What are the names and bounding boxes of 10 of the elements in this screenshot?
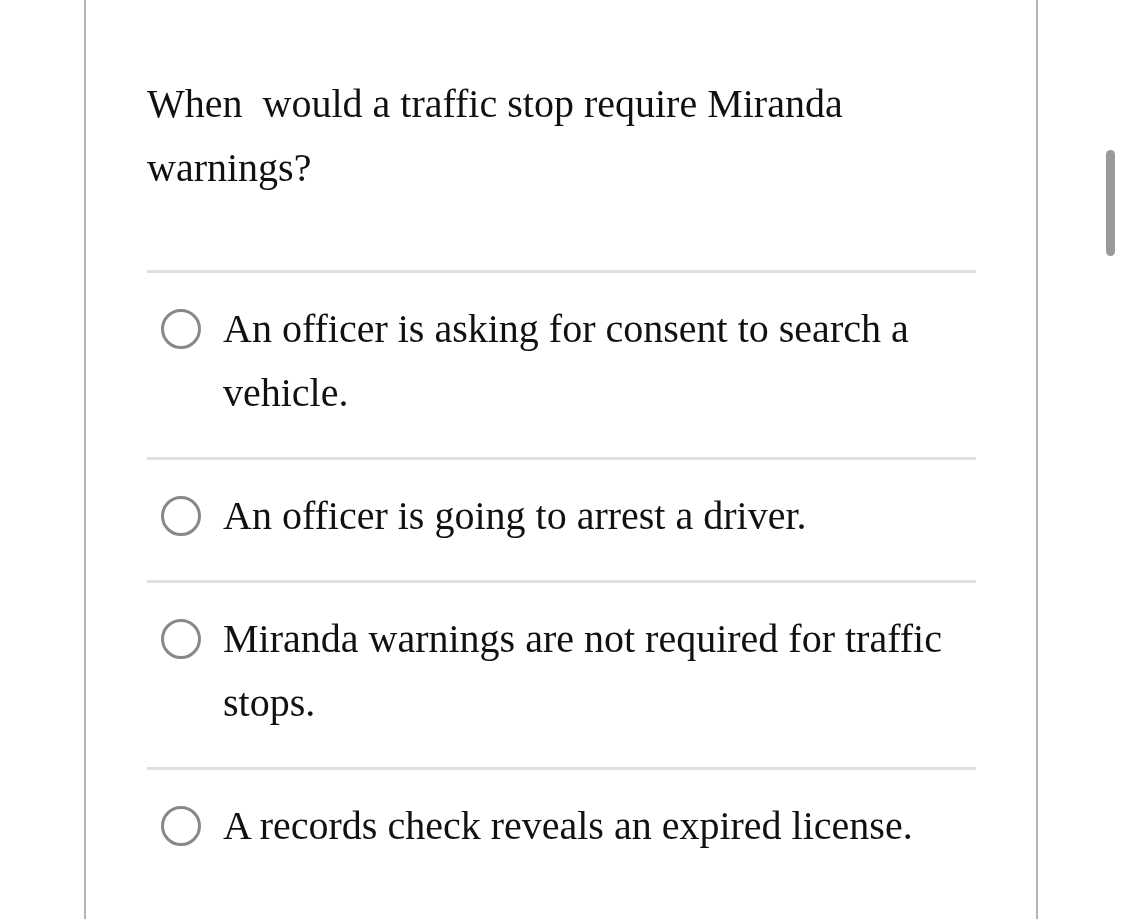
radio-button[interactable]	[161, 806, 201, 846]
radio-button[interactable]	[161, 496, 201, 536]
radio-button[interactable]	[161, 619, 201, 659]
scrollbar-thumb[interactable]	[1106, 150, 1115, 256]
answer-option[interactable]: Miranda warnings are not required for traffic stops.	[147, 583, 976, 770]
answer-option[interactable]: An officer is asking for consent to search a vehicle.	[147, 273, 976, 460]
answer-option[interactable]: An officer is going to arrest a driver.	[147, 460, 976, 583]
question-text: When would a traffic stop require Miranda warnings?	[147, 80, 844, 192]
answer-option[interactable]: A records check reveals an expired license.	[147, 770, 976, 890]
radio-button[interactable]	[161, 309, 201, 349]
